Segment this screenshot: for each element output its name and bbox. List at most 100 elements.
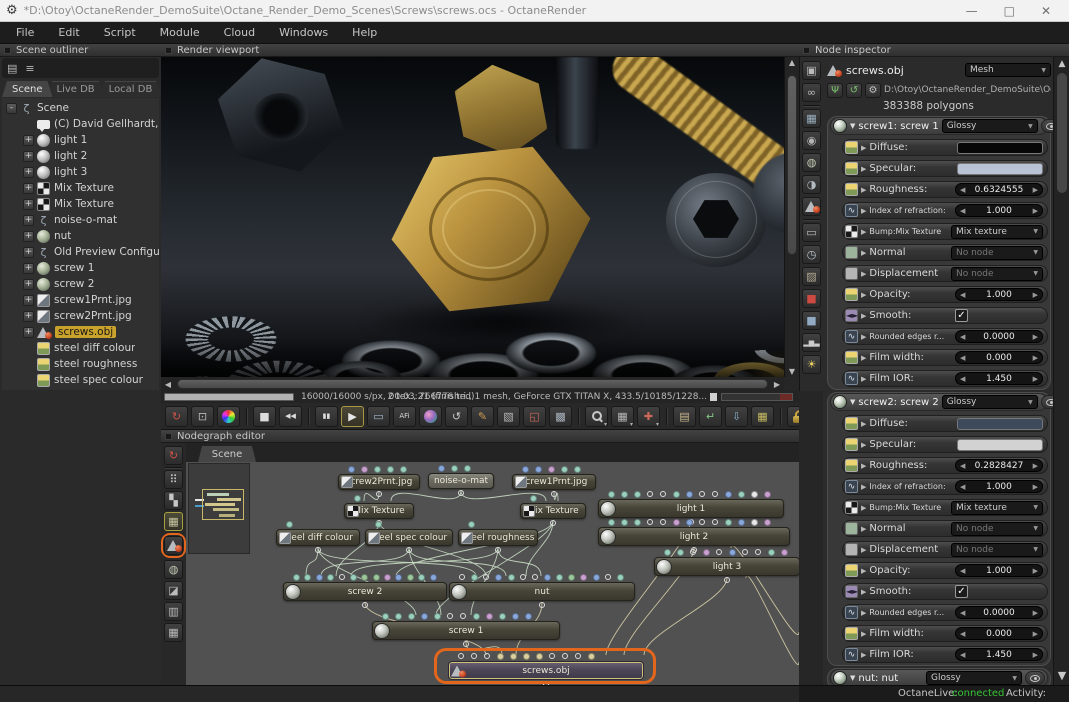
expander-icon[interactable]: ▶ <box>861 375 866 383</box>
node-input-pin[interactable] <box>530 495 537 502</box>
material-group-header[interactable]: ▼screw1: screw 1Glossy▼ <box>830 117 1048 135</box>
node-input-pin[interactable] <box>316 574 323 581</box>
node-input-pin[interactable] <box>384 574 391 581</box>
film-settings-icon[interactable]: ▭ <box>802 223 821 242</box>
tree-item-screw-2[interactable]: +screw 2 <box>2 276 159 292</box>
node-output-pin[interactable] <box>463 641 469 647</box>
node-input-pin[interactable] <box>593 574 600 581</box>
checkbox[interactable]: ✓ <box>955 585 968 598</box>
render-target-icon[interactable]: ▦ <box>802 109 821 128</box>
node-input-pin[interactable] <box>374 466 381 473</box>
node-input-pin[interactable] <box>458 653 464 659</box>
tree-item-c-david-gellhardt-2010[interactable]: +(C) David Gellhardt, 2010 <box>2 116 159 132</box>
unfold-nodes-icon[interactable]: ⠿ <box>164 470 183 489</box>
node-input-pin[interactable] <box>561 466 568 473</box>
recenter-icon[interactable]: ↻ <box>164 446 183 465</box>
histogram-icon[interactable]: ▂▆▃ <box>802 333 821 352</box>
export-passes-icon[interactable]: ▦ <box>751 406 774 427</box>
node-input-pin[interactable] <box>712 519 718 525</box>
node-mix-texture[interactable]: Mix Texture <box>344 503 414 519</box>
visibility-toggle[interactable] <box>1041 395 1053 409</box>
node-input-pin[interactable] <box>348 466 355 473</box>
node-input-pin[interactable] <box>438 465 445 472</box>
node-screws-obj[interactable]: screws.obj <box>448 661 644 680</box>
color-balance-icon[interactable] <box>419 406 442 427</box>
collapse-icon[interactable]: ▼ <box>850 674 855 682</box>
node-input-pin[interactable] <box>510 653 517 660</box>
pause-icon[interactable]: ▮▮ <box>315 406 338 427</box>
node-input-pin[interactable] <box>664 549 671 556</box>
region-tool-icon[interactable]: ▦▾ <box>611 406 634 427</box>
tab-local-db[interactable]: Local DB <box>99 81 163 97</box>
fit-view-icon[interactable]: ⊡ <box>191 406 214 427</box>
node-light-1[interactable]: light 1 <box>598 499 784 518</box>
node-input-pin[interactable] <box>660 491 666 497</box>
expander-icon[interactable]: ▶ <box>861 525 866 533</box>
node-input-pin[interactable] <box>725 491 732 498</box>
collapse-icon[interactable]: ▼ <box>850 398 855 406</box>
material-picker-icon[interactable]: ✚▾ <box>637 406 660 427</box>
node-input-pin[interactable] <box>751 491 758 498</box>
node-input-pin[interactable] <box>544 574 551 581</box>
node-nut[interactable]: nut <box>449 582 635 601</box>
expander-icon[interactable]: ▶ <box>861 588 866 596</box>
color-swatch[interactable] <box>957 163 1043 175</box>
blue-cube-icon[interactable]: ■ <box>802 311 821 330</box>
expander-icon[interactable]: + <box>23 327 34 338</box>
node-input-pin[interactable] <box>699 519 705 525</box>
node-input-pin[interactable] <box>690 549 696 555</box>
node-steel-diff-colour[interactable]: steel diff colour <box>276 529 360 546</box>
nodegraph-minimap[interactable] <box>188 463 250 554</box>
panel-grip-icon[interactable] <box>165 433 172 440</box>
node-input-pin[interactable] <box>738 519 745 526</box>
display-modes-icon[interactable]: ▭ <box>367 406 390 427</box>
play-icon[interactable]: ▶ <box>341 406 364 427</box>
layers-icon[interactable]: ▤ <box>7 62 17 75</box>
reload-icon[interactable]: ↺ <box>846 83 862 98</box>
node-dropdown[interactable]: No node▼ <box>951 246 1043 260</box>
node-input-pin[interactable] <box>608 519 615 526</box>
settings-icon[interactable]: ⚙ <box>865 83 881 98</box>
expander-icon[interactable]: + <box>23 247 34 258</box>
grid-node-icon[interactable]: ▦ <box>164 623 183 642</box>
node-output-pin[interactable] <box>551 491 557 497</box>
value-spinner[interactable]: ◀0.6324555▶ <box>955 183 1043 196</box>
expander-icon[interactable]: ▶ <box>861 270 866 278</box>
node-input-pin[interactable] <box>375 521 382 528</box>
sun-icon[interactable]: ☀ <box>802 355 821 374</box>
expander-icon[interactable]: + <box>23 231 34 242</box>
film-region-icon[interactable]: ◱ <box>523 406 546 427</box>
material-group-header[interactable]: ▼nut: nutGlossy▼ <box>830 669 1048 685</box>
tree-item-steel-diff-colour[interactable]: +steel diff colour <box>2 340 159 356</box>
expander-icon[interactable]: + <box>23 135 34 146</box>
node-output-pin[interactable] <box>539 602 545 608</box>
expander-icon[interactable]: + <box>23 151 34 162</box>
expander-icon[interactable]: ▶ <box>861 291 866 299</box>
node-input-pin[interactable] <box>660 519 666 525</box>
expander-icon[interactable]: + <box>23 183 34 194</box>
node-input-pin[interactable] <box>400 466 407 473</box>
expander-icon[interactable]: ▶ <box>861 249 866 257</box>
tree-item-screw2prnt-jpg[interactable]: +screw2Prnt.jpg <box>2 308 159 324</box>
node-input-pin[interactable] <box>512 613 519 620</box>
node-dropdown[interactable]: Mix texture▼ <box>951 225 1043 239</box>
node-input-pin[interactable] <box>408 613 415 620</box>
expander-icon[interactable]: ▶ <box>861 651 866 659</box>
visibility-toggle[interactable] <box>1025 671 1045 685</box>
tree-item-light-1[interactable]: +light 1 <box>2 132 159 148</box>
af-icon[interactable]: AFi <box>393 406 416 427</box>
expander-icon[interactable]: ▶ <box>861 546 866 554</box>
tree-item-light-2[interactable]: +light 2 <box>2 148 159 164</box>
menu-cloud[interactable]: Cloud <box>212 23 267 42</box>
value-spinner[interactable]: ◀0.0000▶ <box>955 606 1043 619</box>
node-input-pin[interactable] <box>716 549 722 555</box>
node-output-pin[interactable] <box>495 547 501 553</box>
node-input-pin[interactable] <box>520 574 526 580</box>
node-output-pin[interactable] <box>406 547 412 553</box>
scroll-thumb[interactable] <box>787 75 797 255</box>
expander-icon[interactable]: ▶ <box>861 483 866 491</box>
menu-file[interactable]: File <box>4 23 46 42</box>
node-type-dropdown[interactable]: Mesh▼ <box>965 63 1051 77</box>
node-input-pin[interactable] <box>525 613 532 620</box>
node-input-pin[interactable] <box>447 613 453 619</box>
